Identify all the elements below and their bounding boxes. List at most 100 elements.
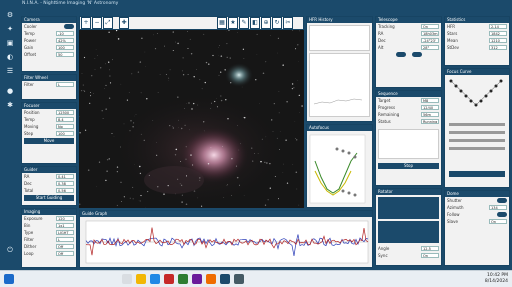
flat-wizard-icon[interactable]: ◐ bbox=[4, 52, 16, 62]
row-label: StDev bbox=[447, 45, 460, 50]
type-select[interactable]: LIGHT bbox=[56, 230, 74, 235]
star bbox=[292, 164, 294, 165]
zoom-in-icon[interactable]: + bbox=[81, 17, 91, 29]
zoom-out-icon[interactable]: − bbox=[92, 17, 102, 29]
plate-solve-icon[interactable]: ⊕ bbox=[261, 17, 271, 29]
star bbox=[283, 163, 284, 165]
crosshair-icon[interactable]: ✚ bbox=[119, 17, 129, 29]
sequence-list[interactable] bbox=[378, 129, 439, 159]
app-icon[interactable] bbox=[192, 274, 202, 284]
imaging-icon[interactable]: ● bbox=[4, 86, 16, 96]
row-label: Remaining bbox=[378, 112, 400, 117]
power-icon[interactable]: ⏻ bbox=[4, 245, 16, 255]
framing-icon[interactable]: ▣ bbox=[4, 38, 16, 48]
target-value: M8 bbox=[421, 98, 439, 103]
app-icon[interactable] bbox=[178, 274, 188, 284]
filter-select[interactable]: L bbox=[56, 237, 74, 242]
file-explorer-icon[interactable] bbox=[136, 274, 146, 284]
rotate-icon[interactable]: ↻ bbox=[272, 17, 282, 29]
stretch-icon[interactable]: ◧ bbox=[250, 17, 260, 29]
star bbox=[262, 72, 265, 75]
star bbox=[167, 184, 169, 187]
star bbox=[220, 95, 222, 97]
star bbox=[193, 102, 195, 105]
crop-icon[interactable]: ✂ bbox=[283, 17, 293, 29]
star bbox=[102, 117, 104, 119]
star bbox=[175, 193, 176, 195]
row-label: Status bbox=[378, 119, 391, 124]
azimuth-field[interactable]: 134 bbox=[489, 205, 507, 210]
app-icon[interactable] bbox=[206, 274, 216, 284]
sequencer-icon[interactable]: ☰ bbox=[4, 66, 16, 76]
star bbox=[147, 191, 149, 193]
star bbox=[277, 37, 279, 39]
star bbox=[298, 61, 299, 62]
gain-field[interactable]: 100 bbox=[56, 45, 74, 50]
star bbox=[278, 90, 280, 92]
star bbox=[132, 198, 134, 200]
star bbox=[230, 82, 232, 84]
position-field[interactable]: 12500 bbox=[56, 110, 74, 115]
stop-sequence-button[interactable]: Stop bbox=[378, 163, 439, 169]
star bbox=[236, 176, 239, 179]
star bbox=[227, 184, 228, 186]
star bbox=[144, 51, 146, 53]
exposure-field[interactable]: 120 bbox=[56, 216, 74, 221]
loop-select[interactable]: Off bbox=[56, 251, 74, 256]
star bbox=[105, 108, 107, 110]
app-icon[interactable] bbox=[234, 274, 244, 284]
angle-field[interactable]: 12.5 bbox=[421, 246, 439, 251]
star bbox=[96, 186, 97, 188]
star bbox=[226, 56, 228, 59]
clock[interactable]: 10:42 PM 8/14/2024 bbox=[485, 273, 508, 285]
home-toggle[interactable] bbox=[411, 52, 422, 57]
follow-toggle[interactable] bbox=[497, 212, 507, 217]
star bbox=[282, 64, 284, 66]
star bbox=[203, 121, 205, 123]
star-icon[interactable]: ★ bbox=[228, 17, 238, 29]
star bbox=[169, 69, 171, 71]
row-label: Dither bbox=[24, 244, 37, 249]
grid-icon[interactable]: ▦ bbox=[217, 17, 227, 29]
sky-atlas-icon[interactable]: ✦ bbox=[4, 24, 16, 34]
sync-value: On bbox=[421, 253, 439, 258]
row-label: Sync bbox=[378, 253, 388, 258]
image-viewer[interactable] bbox=[78, 29, 304, 210]
star bbox=[210, 147, 212, 149]
star bbox=[261, 138, 263, 140]
browser-icon[interactable] bbox=[150, 274, 160, 284]
start-guiding-button[interactable]: Start Guiding bbox=[24, 195, 74, 201]
stdev-value: 312 bbox=[489, 45, 507, 50]
shutter-toggle[interactable] bbox=[497, 198, 507, 203]
star bbox=[172, 127, 174, 129]
star bbox=[97, 55, 98, 56]
star bbox=[207, 163, 210, 165]
move-button[interactable]: Move bbox=[24, 138, 74, 144]
star bbox=[191, 108, 193, 110]
star bbox=[301, 105, 303, 107]
app-icon[interactable] bbox=[164, 274, 174, 284]
temp-field[interactable]: -10 bbox=[56, 31, 74, 36]
step-field[interactable]: 100 bbox=[56, 131, 74, 136]
filter-select[interactable]: L bbox=[56, 82, 74, 87]
binning-select[interactable]: 1x1 bbox=[56, 223, 74, 228]
star bbox=[123, 196, 125, 198]
star bbox=[112, 59, 113, 61]
equipment-icon[interactable]: ⚙ bbox=[4, 10, 16, 20]
offset-field[interactable]: 50 bbox=[56, 52, 74, 57]
dither-select[interactable]: Off bbox=[56, 244, 74, 249]
star bbox=[174, 154, 177, 156]
search-icon[interactable] bbox=[122, 274, 132, 284]
annotate-icon[interactable]: ✎ bbox=[239, 17, 249, 29]
park-toggle[interactable] bbox=[395, 52, 406, 57]
fit-icon[interactable]: ⤢ bbox=[103, 17, 113, 29]
start-icon[interactable] bbox=[4, 274, 14, 284]
star bbox=[295, 48, 297, 50]
star bbox=[187, 31, 188, 32]
star bbox=[133, 122, 135, 124]
cooler-toggle[interactable] bbox=[64, 24, 74, 29]
star bbox=[214, 100, 216, 103]
nina-icon[interactable] bbox=[220, 274, 230, 284]
options-icon[interactable]: ✱ bbox=[4, 100, 16, 110]
star bbox=[208, 63, 210, 65]
